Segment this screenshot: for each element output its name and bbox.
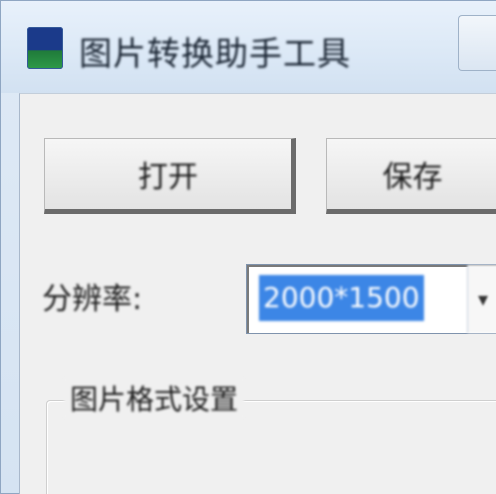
window-title: 图片转换助手工具	[79, 34, 351, 73]
open-button-label: 打开	[138, 160, 198, 195]
window-control-button[interactable]	[458, 15, 496, 71]
app-icon	[27, 27, 63, 69]
chevron-down-icon[interactable]: ▾	[467, 265, 496, 333]
title-bar[interactable]: 图片转换助手工具	[1, 1, 496, 93]
resolution-label: 分辨率:	[42, 282, 143, 317]
save-button[interactable]: 保存	[326, 138, 496, 214]
screenshot-stage: 图片转换助手工具 打开 保存 分辨率: 2000*1500 ▾ 图片格式设置	[0, 0, 496, 494]
format-settings-group-title: 图片格式设置	[64, 378, 245, 418]
resolution-selected-value[interactable]: 2000*1500	[259, 275, 424, 321]
app-window: 图片转换助手工具 打开 保存 分辨率: 2000*1500 ▾ 图片格式设置	[0, 0, 496, 494]
save-button-label: 保存	[382, 160, 443, 195]
resolution-combobox[interactable]: 2000*1500 ▾	[246, 264, 496, 334]
open-button[interactable]: 打开	[44, 138, 296, 214]
client-area: 打开 保存 分辨率: 2000*1500 ▾ 图片格式设置	[19, 93, 496, 494]
